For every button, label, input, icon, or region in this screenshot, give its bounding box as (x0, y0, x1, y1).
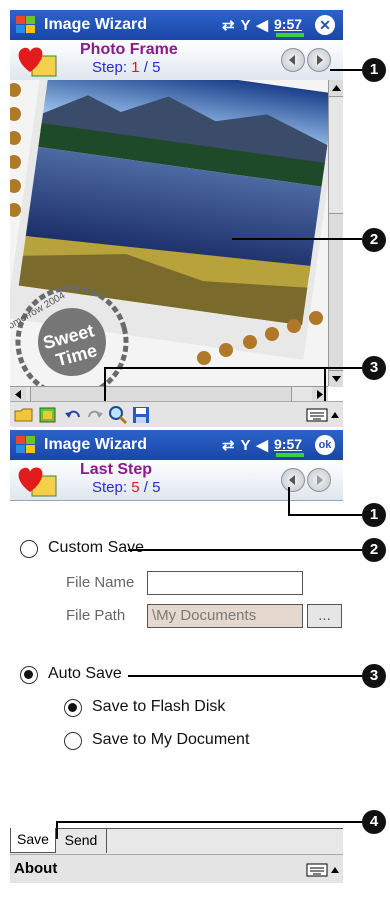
callout-line-s2-4 (56, 821, 362, 823)
tab-send[interactable]: Send (56, 829, 107, 853)
zoom-icon[interactable] (108, 405, 128, 425)
custom-save-radio[interactable] (20, 540, 38, 558)
callout-s2-3: 3 (362, 664, 386, 688)
prev-step-button[interactable] (281, 468, 305, 492)
step-title: Last Step (80, 461, 153, 478)
custom-save-label[interactable]: Custom Save (48, 539, 144, 557)
arrow-down-icon (332, 376, 341, 382)
keyboard-icon[interactable] (306, 863, 328, 877)
undo-icon[interactable] (64, 407, 82, 423)
app-title: Image Wizard (44, 436, 147, 453)
callout-line-s2-4v (56, 821, 58, 839)
callout-line-3-down-b (324, 367, 326, 401)
clock[interactable]: 9:57 (274, 16, 302, 32)
status-icons[interactable]: ⇄ Y ◀ (222, 436, 269, 454)
callout-line-s2-1 (288, 487, 290, 515)
callout-2: 2 (362, 228, 386, 252)
next-step-button[interactable] (307, 48, 331, 72)
save-disk-icon[interactable] (132, 406, 150, 424)
scroll-down-button[interactable] (329, 370, 343, 387)
input-menu-arrow-icon[interactable] (330, 410, 340, 420)
save-to-my-document-label[interactable]: Save to My Document (92, 731, 249, 749)
arrow-left-icon (289, 55, 295, 65)
save-to-flash-disk-label[interactable]: Save to Flash Disk (92, 698, 225, 716)
photo-canvas[interactable]: Sweet Time Tomorrow 2004 (10, 80, 328, 386)
heart-logo-icon (18, 467, 57, 497)
about-menu[interactable]: About (14, 860, 57, 877)
file-name-input[interactable] (147, 571, 303, 595)
tab-strip: Save Send (10, 828, 343, 855)
horizontal-scroll-thumb[interactable] (30, 387, 292, 401)
auto-save-label[interactable]: Auto Save (48, 665, 122, 683)
wizard-header: Last Step Step: 5 / 5 (10, 460, 343, 501)
toolbar (10, 401, 343, 427)
frame-icon[interactable] (38, 406, 58, 424)
callout-line-s2-1h (288, 514, 362, 516)
save-to-my-document-radio[interactable] (64, 732, 82, 750)
arrow-right-icon (317, 55, 323, 65)
close-button[interactable]: ✕ (315, 15, 335, 35)
screen-last-step: Image Wizard ⇄ Y ◀ 9:57 ok Last Step Ste… (10, 430, 343, 895)
battery-icon (276, 453, 304, 457)
framed-photo: Sweet Time Tomorrow 2004 (10, 80, 328, 386)
title-bar: Image Wizard ⇄ Y ◀ 9:57 ✕ (10, 10, 343, 40)
arrow-left-icon (289, 475, 295, 485)
heart-logo-icon (18, 47, 57, 77)
callout-3: 3 (362, 356, 386, 380)
scroll-left-button[interactable] (10, 387, 26, 402)
callout-line-3-down (104, 367, 106, 401)
windows-start-icon[interactable] (14, 14, 38, 36)
step-indicator: Step: 5 / 5 (92, 479, 161, 496)
callout-s2-4: 4 (362, 810, 386, 834)
file-path-input[interactable]: \My Documents (147, 604, 303, 628)
arrow-right-icon (317, 475, 323, 485)
callout-line-s2-3 (128, 675, 362, 677)
status-icons[interactable]: ⇄ Y ◀ (222, 16, 269, 34)
callout-line-2 (232, 238, 362, 240)
ok-button[interactable]: ok (315, 435, 335, 455)
prev-step-button[interactable] (281, 48, 305, 72)
arrow-up-icon (332, 85, 341, 91)
arrow-left-icon (15, 390, 21, 399)
callout-line-1 (330, 69, 362, 71)
horizontal-scrollbar[interactable] (10, 386, 328, 402)
windows-start-icon[interactable] (14, 434, 38, 456)
step-title: Photo Frame (80, 41, 178, 58)
battery-icon (276, 33, 304, 37)
browse-button[interactable]: ... (307, 604, 342, 628)
tab-save[interactable]: Save (10, 828, 56, 853)
file-path-label: File Path (66, 607, 126, 624)
vertical-scrollbar[interactable] (328, 80, 343, 387)
callout-s2-2: 2 (362, 538, 386, 562)
save-to-flash-disk-radio[interactable] (64, 699, 82, 717)
app-title: Image Wizard (44, 16, 147, 33)
file-name-label: File Name (66, 574, 135, 591)
scroll-up-button[interactable] (329, 80, 343, 97)
menu-bar: About (10, 854, 343, 883)
title-bar: Image Wizard ⇄ Y ◀ 9:57 ok (10, 430, 343, 460)
screen-photo-frame: Image Wizard ⇄ Y ◀ 9:57 ✕ Photo Frame St… (10, 10, 343, 427)
redo-icon[interactable] (86, 407, 104, 423)
open-folder-icon[interactable] (14, 406, 34, 424)
callout-1: 1 (362, 58, 386, 82)
step-indicator: Step: 1 / 5 (92, 59, 161, 76)
wizard-header: Photo Frame Step: 1 / 5 (10, 40, 343, 81)
clock[interactable]: 9:57 (274, 436, 302, 452)
callout-s2-1: 1 (362, 503, 386, 527)
input-menu-arrow-icon[interactable] (330, 865, 340, 875)
callout-line-s2-2 (128, 549, 362, 551)
next-step-button[interactable] (307, 468, 331, 492)
auto-save-radio[interactable] (20, 666, 38, 684)
keyboard-icon[interactable] (306, 408, 328, 422)
